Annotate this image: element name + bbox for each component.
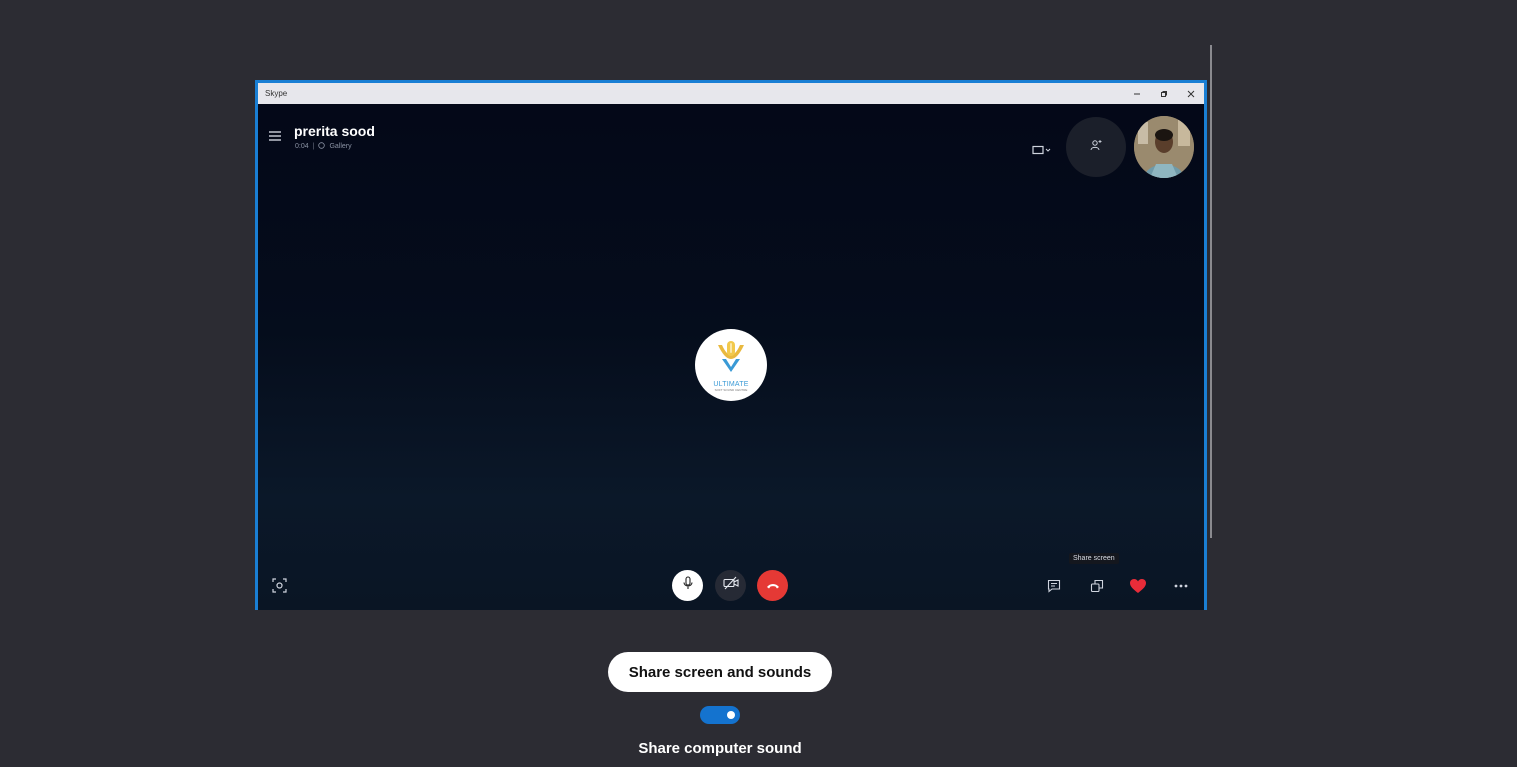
preview-titlebar: Skype bbox=[258, 83, 1204, 104]
share-screen-tooltip: Share screen bbox=[1069, 553, 1119, 564]
microphone-icon bbox=[682, 576, 694, 595]
heart-reaction-icon bbox=[1128, 576, 1147, 595]
self-video-thumbnail bbox=[1134, 116, 1194, 178]
view-mode: Gallery bbox=[329, 143, 352, 150]
call-duration: 0:04 bbox=[295, 143, 309, 150]
hamburger-menu-icon bbox=[269, 128, 281, 146]
hang-up-icon bbox=[766, 577, 780, 595]
logo-subtext: SOFT SOUND CENTRE bbox=[714, 387, 748, 392]
contact-avatar: ULTIMATE SOFT SOUND CENTRE bbox=[695, 329, 767, 401]
minimize-icon bbox=[1131, 83, 1142, 104]
share-computer-sound-toggle[interactable] bbox=[700, 706, 740, 724]
share-screen-and-sounds-button[interactable]: Share screen and sounds bbox=[608, 652, 832, 692]
chat-icon bbox=[1044, 576, 1063, 595]
logo-text: ULTIMATE bbox=[713, 380, 749, 388]
caller-name: prerita sood bbox=[294, 123, 375, 139]
video-toggle-button bbox=[715, 570, 746, 601]
microphone-logo-icon bbox=[714, 339, 748, 380]
layout-switch-icon bbox=[1032, 142, 1052, 160]
screen-preview: Skype prerita sood 0:04 | Gallery ULTIMA… bbox=[255, 80, 1207, 610]
call-area: prerita sood 0:04 | Gallery ULTIMATE SOF… bbox=[258, 104, 1204, 610]
more-options-icon bbox=[1171, 576, 1190, 595]
screenshot-icon bbox=[272, 578, 287, 598]
scrollbar[interactable] bbox=[1210, 45, 1212, 538]
end-call-button bbox=[757, 570, 788, 601]
window-title: Skype bbox=[265, 89, 288, 98]
close-icon bbox=[1185, 83, 1196, 104]
gallery-icon bbox=[318, 142, 326, 151]
share-screen-page: Skype prerita sood 0:04 | Gallery ULTIMA… bbox=[0, 0, 1517, 767]
add-participant-button bbox=[1066, 117, 1126, 177]
microphone-button bbox=[672, 570, 703, 601]
meta-separator: | bbox=[312, 143, 315, 150]
share-screen-icon bbox=[1087, 576, 1106, 595]
restore-icon bbox=[1158, 83, 1169, 104]
video-off-icon bbox=[722, 576, 739, 595]
add-person-icon bbox=[1090, 138, 1102, 156]
call-meta: 0:04 | Gallery bbox=[295, 142, 352, 151]
share-computer-sound-label: Share computer sound bbox=[638, 740, 802, 757]
toggle-knob bbox=[727, 711, 735, 719]
